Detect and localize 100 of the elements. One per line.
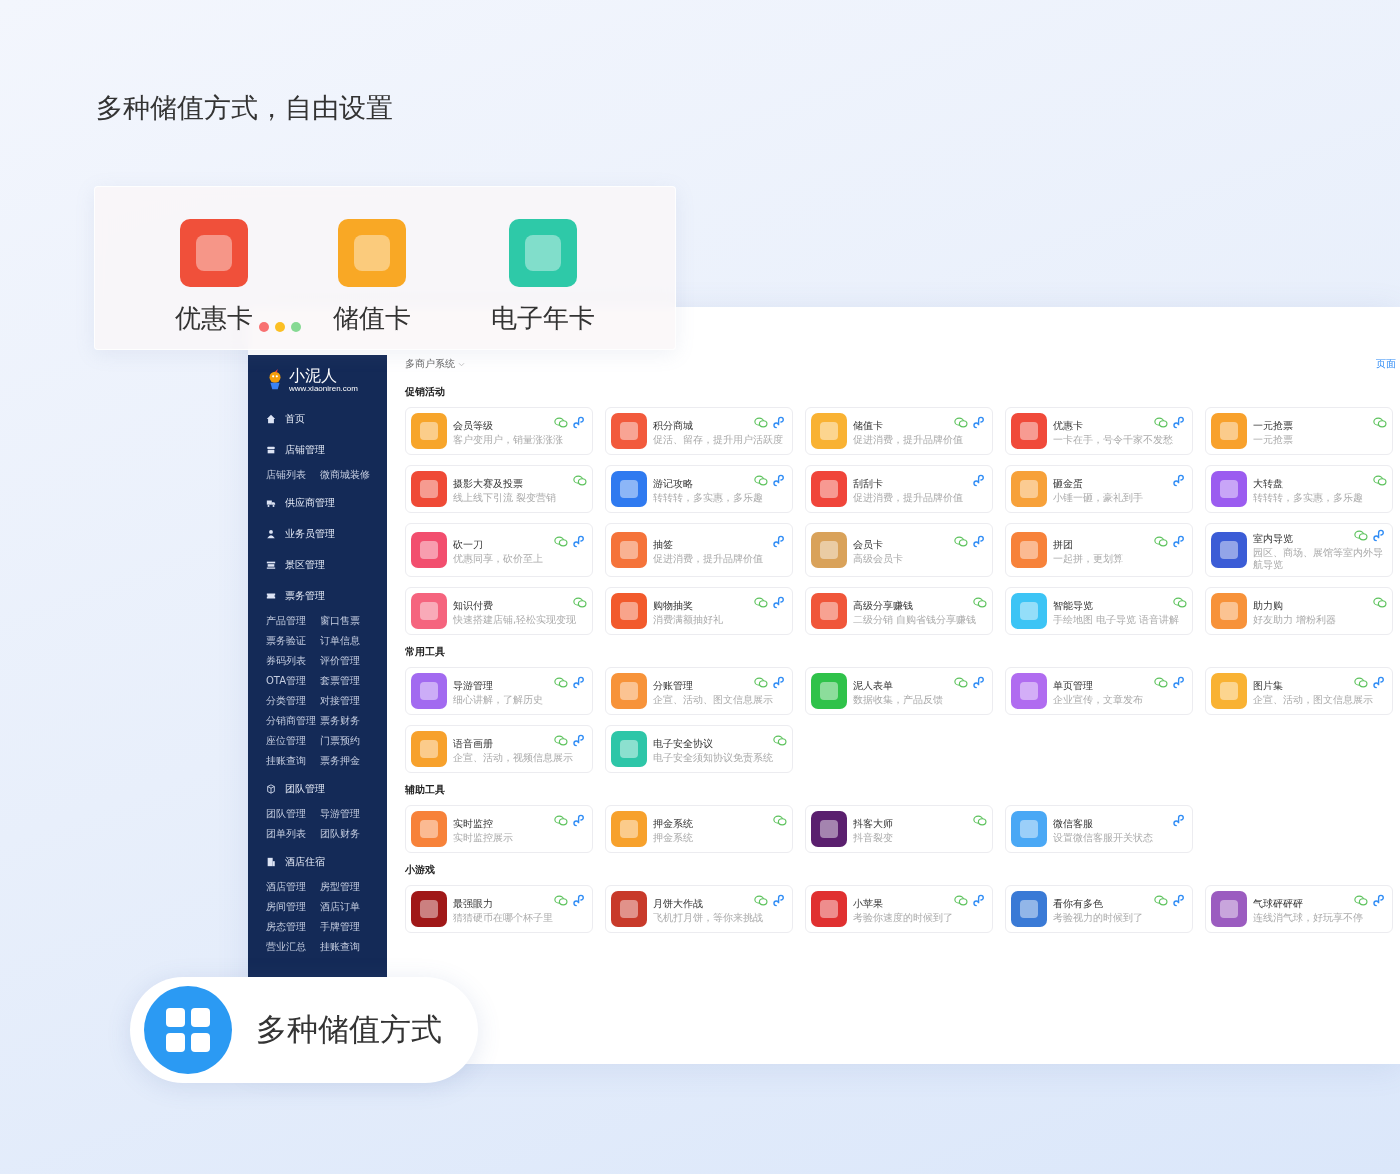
sidebar-subitem[interactable]: OTA管理 (266, 671, 320, 691)
card-description: 快速搭建店铺,轻松实现变现 (453, 614, 578, 626)
card-title: 抖客大师 (853, 817, 893, 830)
feature-card[interactable]: 大转盘 转转转，多实惠，多乐趣 (1205, 465, 1393, 513)
sidebar-nav-item[interactable]: 业务员管理 (248, 518, 387, 549)
sidebar-subitem[interactable]: 订单信息 (320, 631, 380, 651)
sidebar-subitem[interactable]: 团单列表 (266, 824, 320, 844)
sidebar-subitem[interactable]: 分类管理 (266, 691, 320, 711)
feature-card[interactable]: 抽签 促进消费，提升品牌价值 (605, 523, 793, 577)
card-description: 好友助力 增粉利器 (1253, 614, 1338, 626)
feature-card[interactable]: 抖客大师 抖音裂变 (805, 805, 993, 853)
card-title: 电子安全协议 (653, 737, 713, 750)
sidebar-subitem[interactable]: 酒店订单 (320, 897, 380, 917)
sidebar-subitem[interactable]: 对接管理 (320, 691, 380, 711)
sidebar-subitem[interactable]: 产品管理 (266, 611, 320, 631)
card-title: 最强眼力 (453, 897, 493, 910)
card-title: 小苹果 (853, 897, 883, 910)
card-description: 企宣、活动，视频信息展示 (453, 752, 574, 764)
feature-card[interactable]: 分账管理 企宣、活动、图文信息展示 (605, 667, 793, 715)
sidebar-nav-item[interactable]: 团队管理 (248, 773, 387, 804)
sidebar-nav-item[interactable]: 景区管理 (248, 549, 387, 580)
feature-card[interactable]: 气球砰砰砰 连线消气球，好玩享不停 (1205, 885, 1393, 933)
card-title: 大转盘 (1253, 477, 1283, 490)
sidebar-subitem[interactable]: 手牌管理 (320, 917, 380, 937)
sidebar-subitem[interactable]: 票务验证 (266, 631, 320, 651)
feature-card[interactable]: 小苹果 考验你速度的时候到了 (805, 885, 993, 933)
section-title: 促销活动 (405, 385, 446, 399)
sidebar-subitem[interactable]: 挂账查询 (266, 751, 320, 771)
feature-card[interactable]: 刮刮卡 促进消费，提升品牌价值 (805, 465, 993, 513)
sidebar-subitem[interactable]: 挂账查询 (320, 937, 380, 957)
section-title: 小游戏 (405, 863, 436, 877)
card-title: 助力购 (1253, 599, 1283, 612)
feature-card[interactable]: 储值卡 促进消费，提升品牌价值 (805, 407, 993, 455)
card-description: 企宣、活动，图文信息展示 (1253, 694, 1374, 706)
card-title: 单页管理 (1053, 679, 1093, 692)
feature-card[interactable]: 单页管理 企业宣传，文章发布 (1005, 667, 1193, 715)
card-description: 押金系统 (653, 832, 694, 844)
window-minimize-dot[interactable] (275, 322, 285, 332)
sidebar-nav-item[interactable]: 票务管理 (248, 580, 387, 611)
feature-card[interactable]: 图片集 企宣、活动，图文信息展示 (1205, 667, 1393, 715)
person-icon (266, 528, 276, 539)
feature-card[interactable]: 积分商城 促活、留存，提升用户活跃度 (605, 407, 793, 455)
feature-card[interactable]: 会员等级 客户变用户，销量涨涨涨 (405, 407, 593, 455)
system-switcher[interactable]: 多商户系统 (405, 357, 465, 371)
window-maximize-dot[interactable] (291, 322, 301, 332)
sidebar-subitem[interactable]: 团队财务 (320, 824, 380, 844)
sidebar-subitem[interactable]: 票务财务 (320, 711, 380, 731)
sidebar-subitem[interactable]: 分销商管理 (266, 711, 320, 731)
page-link[interactable]: 页面 (1376, 357, 1396, 371)
feature-card[interactable]: 知识付费 快速搭建店铺,轻松实现变现 (405, 587, 593, 635)
card-title: 积分商城 (653, 419, 693, 432)
sidebar-subitem[interactable]: 门票预约 (320, 731, 380, 751)
card-title: 摄影大赛及投票 (453, 477, 523, 490)
sidebar-subitem[interactable]: 座位管理 (266, 731, 320, 751)
sidebar-nav-item[interactable]: 店铺管理 (248, 434, 387, 465)
store-icon (266, 444, 276, 455)
sidebar-subitem[interactable]: 券码列表 (266, 651, 320, 671)
card-description: 高级会员卡 (853, 553, 904, 565)
feature-card[interactable]: 游记攻略 转转转，多实惠，多乐趣 (605, 465, 793, 513)
sidebar-nav-item[interactable]: 酒店住宿 (248, 846, 387, 877)
feature-card[interactable]: 微信客服 设置微信客服开关状态 (1005, 805, 1193, 853)
feature-card[interactable]: 会员卡 高级会员卡 (805, 523, 993, 577)
sidebar-subitem[interactable]: 店铺列表 (266, 465, 320, 485)
sidebar-subitem[interactable]: 营业汇总 (266, 937, 320, 957)
feature-card[interactable]: 泥人表单 数据收集，产品反馈 (805, 667, 993, 715)
card-description: 连线消气球，好玩享不停 (1253, 912, 1364, 924)
card-type-label: 优惠卡 (175, 302, 253, 335)
card-title: 导游管理 (453, 679, 493, 692)
feature-card[interactable]: 电子安全协议 电子安全须知协议免责系统 (605, 725, 793, 773)
feature-card[interactable]: 语音画册 企宣、活动，视频信息展示 (405, 725, 593, 773)
sidebar-subitem[interactable]: 导游管理 (320, 804, 380, 824)
feature-card[interactable]: 智能导览 手绘地图 电子导览 语音讲解 (1005, 587, 1193, 635)
card-description: 数据收集，产品反馈 (853, 694, 944, 706)
feature-card[interactable]: 导游管理 细心讲解，了解历史 (405, 667, 593, 715)
sidebar-subitem[interactable]: 票务押金 (320, 751, 380, 771)
sidebar-subitem[interactable]: 团队管理 (266, 804, 320, 824)
sidebar-subitem[interactable]: 微商城装修 (320, 465, 380, 485)
feature-card[interactable]: 购物抽奖 消费满额抽好礼 (605, 587, 793, 635)
sidebar-nav-item[interactable]: 供应商管理 (248, 487, 387, 518)
section-title: 常用工具 (405, 645, 446, 659)
feature-card[interactable]: 摄影大赛及投票 线上线下引流 裂变营销 (405, 465, 593, 513)
sidebar-subitem[interactable]: 房间管理 (266, 897, 320, 917)
feature-card[interactable]: 看你有多色 考验视力的时候到了 (1005, 885, 1193, 933)
sidebar-subitem[interactable]: 房型管理 (320, 877, 380, 897)
sidebar-subitem[interactable]: 窗口售票 (320, 611, 380, 631)
feature-card[interactable]: 砍一刀 优惠同享，砍价至上 (405, 523, 593, 577)
sidebar-subitem[interactable]: 套票管理 (320, 671, 380, 691)
feature-card[interactable]: 最强眼力 猜猜硬币在哪个杯子里 (405, 885, 593, 933)
feature-card[interactable]: 室内导览 园区、商场、展馆等室内外导航导览 (1205, 523, 1393, 577)
sidebar-nav-item[interactable]: 首页 (248, 403, 387, 434)
sidebar-subitem[interactable]: 评价管理 (320, 651, 380, 671)
card-description: 企业宣传，文章发布 (1053, 694, 1144, 706)
feature-card[interactable]: 月饼大作战 飞机打月饼，等你来挑战 (605, 885, 793, 933)
feature-card[interactable]: 实时监控 实时监控展示 (405, 805, 593, 853)
feature-card[interactable]: 助力购 好友助力 增粉利器 (1205, 587, 1393, 635)
sidebar-subitem[interactable]: 房态管理 (266, 917, 320, 937)
card-description: 优惠同享，砍价至上 (453, 553, 544, 565)
sidebar-subitem[interactable]: 酒店管理 (266, 877, 320, 897)
feature-card[interactable]: 押金系统 押金系统 (605, 805, 793, 853)
window-close-dot[interactable] (259, 322, 269, 332)
